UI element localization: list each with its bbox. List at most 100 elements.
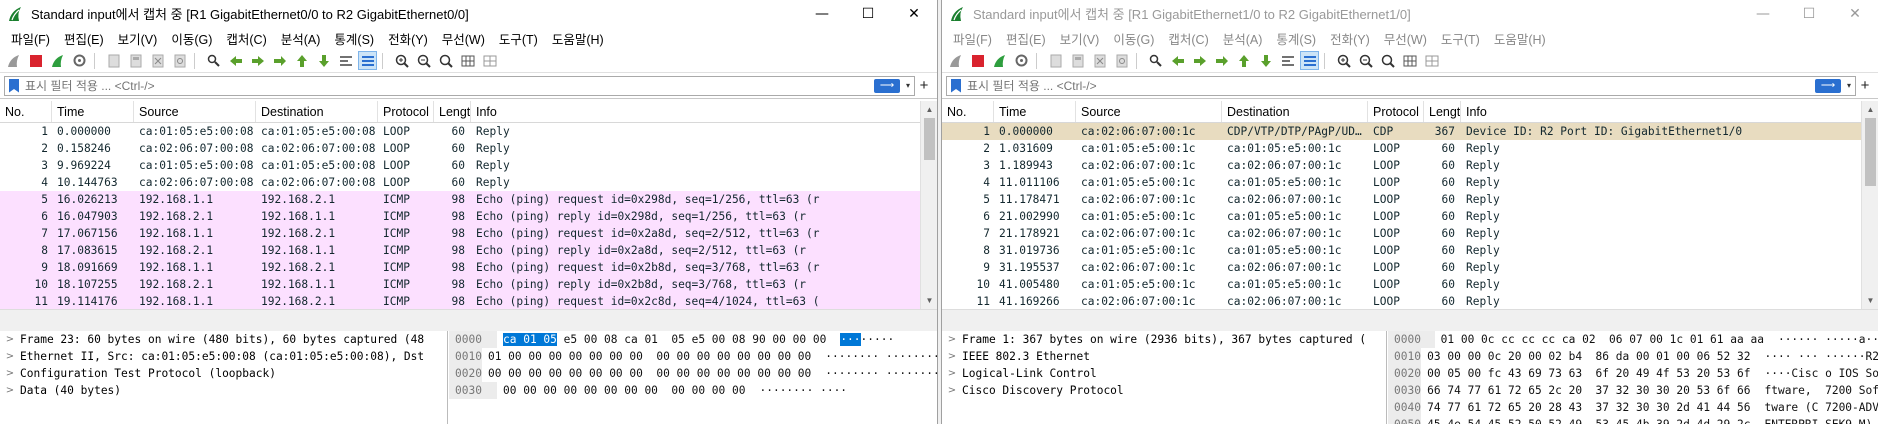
col-source[interactable]: Source xyxy=(134,101,256,122)
resize-columns-icon-2[interactable] xyxy=(1422,51,1441,70)
packet-row[interactable]: 11 41.169266 ca:02:06:07:00:1c ca:02:06:07:… xyxy=(942,293,1878,309)
hex-row[interactable]: 0050 45 4e 54 45 52 50 52 49 53 45 4b 39 … xyxy=(1388,416,1878,424)
menu-tools[interactable]: 도구(T) xyxy=(492,29,545,48)
menu-view[interactable]: 보기(V) xyxy=(111,29,165,48)
stop-capture-icon[interactable] xyxy=(26,51,45,70)
packet-row[interactable]: 10 41.005480 ca:01:05:e5:00:1c ca:01:05:e5:… xyxy=(942,276,1878,293)
packet-row[interactable]: 5 16.026213 192.168.1.1 192.168.2.1 ICMP 98 Ec… xyxy=(0,191,937,208)
scroll-down-icon[interactable]: ▼ xyxy=(921,292,937,309)
packet-row[interactable]: 3 9.969224 ca:01:05:e5:00:08 ca:01:05:e5:00… xyxy=(0,157,937,174)
packet-row[interactable]: 9 31.195537 ca:02:06:07:00:1c ca:02:06:07:0… xyxy=(942,259,1878,276)
col-destination[interactable]: Destination xyxy=(1222,101,1368,122)
expand-icon[interactable]: > xyxy=(0,334,20,345)
expand-icon[interactable]: > xyxy=(942,351,962,362)
col-protocol[interactable]: Protocol xyxy=(378,101,434,122)
hex-row[interactable]: 0040 74 77 61 72 65 20 28 43 37 32 30 30 … xyxy=(1388,399,1878,416)
close-file-icon[interactable] xyxy=(148,51,167,70)
packet-row[interactable]: 7 17.067156 192.168.1.1 192.168.2.1 ICMP 98 Ec… xyxy=(0,225,937,242)
packet-row[interactable]: 2 0.158246 ca:02:06:07:00:08 ca:02:06:07:00… xyxy=(0,140,937,157)
packet-row[interactable]: 8 31.019736 ca:01:05:e5:00:1c ca:01:05:e5:0… xyxy=(942,242,1878,259)
go-to-packet-icon[interactable] xyxy=(270,51,289,70)
last-packet-icon[interactable] xyxy=(314,51,333,70)
menu-file[interactable]: 파일(F) xyxy=(946,29,999,48)
col-info[interactable]: Info xyxy=(1461,101,1861,122)
scroll-thumb[interactable] xyxy=(1865,118,1876,186)
zoom-out-icon[interactable] xyxy=(1356,51,1375,70)
col-time[interactable]: Time xyxy=(994,101,1076,122)
colorize-icon[interactable] xyxy=(358,51,377,70)
menu-help[interactable]: 도움말(H) xyxy=(545,29,611,48)
packet-row[interactable]: 4 10.144763 ca:02:06:07:00:08 ca:02:06:07:0… xyxy=(0,174,937,191)
maximize-button[interactable]: ☐ xyxy=(1786,0,1832,27)
go-back-icon[interactable] xyxy=(226,51,245,70)
first-packet-icon[interactable] xyxy=(1234,51,1253,70)
open-file-icon[interactable] xyxy=(104,51,123,70)
normal-size-icon[interactable] xyxy=(436,51,455,70)
menu-edit[interactable]: 편집(E) xyxy=(57,29,111,48)
go-to-packet-icon[interactable] xyxy=(1212,51,1231,70)
add-filter-button[interactable]: + xyxy=(1856,77,1874,94)
detail-row-data[interactable]: > Data (40 bytes) xyxy=(0,382,447,399)
packet-row[interactable]: 1 0.000000 ca:02:06:07:00:1c CDP/VTP/DTP/PA… xyxy=(942,123,1878,140)
menu-view[interactable]: 보기(V) xyxy=(1053,29,1107,48)
menu-help[interactable]: 도움말(H) xyxy=(1487,29,1553,48)
detail-row-cdp[interactable]: > Cisco Discovery Protocol xyxy=(942,382,1386,399)
packet-row[interactable]: 5 11.178471 ca:02:06:07:00:1c ca:02:06:07:0… xyxy=(942,191,1878,208)
expand-icon[interactable]: > xyxy=(0,368,20,379)
menu-analyze[interactable]: 분석(A) xyxy=(274,29,328,48)
start-capture-icon[interactable] xyxy=(4,51,23,70)
zoom-in-icon[interactable] xyxy=(1334,51,1353,70)
first-packet-icon[interactable] xyxy=(292,51,311,70)
hex-row[interactable]: 0020 00 05 00 fc 43 69 73 63 6f 20 49 4f … xyxy=(1388,365,1878,382)
col-source[interactable]: Source xyxy=(1076,101,1222,122)
open-file-icon[interactable] xyxy=(1046,51,1065,70)
find-packet-icon[interactable] xyxy=(1146,51,1165,70)
resize-columns-icon[interactable] xyxy=(458,51,477,70)
autoscroll-icon[interactable] xyxy=(336,51,355,70)
menu-capture[interactable]: 캡처(C) xyxy=(219,29,273,48)
expand-icon[interactable]: > xyxy=(942,385,962,396)
packet-row[interactable]: 7 21.178921 ca:02:06:07:00:1c ca:02:06:07:0… xyxy=(942,225,1878,242)
hex-row[interactable]: 0020 00 00 00 00 00 00 00 00 00 00 00 00 … xyxy=(449,365,937,382)
col-time[interactable]: Time xyxy=(52,101,134,122)
scroll-up-icon[interactable]: ▲ xyxy=(1862,101,1878,118)
detail-row-ethernet[interactable]: > Ethernet II, Src: ca:01:05:e5:00:08 (ca… xyxy=(0,348,447,365)
maximize-button[interactable]: ☐ xyxy=(845,0,891,27)
capture-options-icon[interactable] xyxy=(1012,51,1031,70)
colorize-icon[interactable] xyxy=(1300,51,1319,70)
menu-go[interactable]: 이동(G) xyxy=(1106,29,1161,48)
packet-row[interactable]: 2 1.031609 ca:01:05:e5:00:1c ca:01:05:e5:00… xyxy=(942,140,1878,157)
go-back-icon[interactable] xyxy=(1168,51,1187,70)
menu-tools[interactable]: 도구(T) xyxy=(1434,29,1487,48)
scroll-up-icon[interactable]: ▲ xyxy=(921,101,937,118)
bookmark-icon[interactable] xyxy=(9,78,19,93)
hex-row[interactable]: 0000 01 00 0c cc cc cc ca 02 06 07 00 1c … xyxy=(1388,331,1878,348)
zoom-out-icon[interactable] xyxy=(414,51,433,70)
detail-row-llc[interactable]: > Logical-Link Control xyxy=(942,365,1386,382)
apply-filter-button[interactable]: ⟶ xyxy=(874,78,900,93)
stop-capture-icon[interactable] xyxy=(968,51,987,70)
start-capture-icon[interactable] xyxy=(946,51,965,70)
menu-file[interactable]: 파일(F) xyxy=(4,29,57,48)
autoscroll-icon[interactable] xyxy=(1278,51,1297,70)
restart-capture-icon[interactable] xyxy=(48,51,67,70)
packet-row[interactable]: 10 18.107255 192.168.2.1 192.168.1.1 ICMP 98 E… xyxy=(0,276,937,293)
minimize-button[interactable]: — xyxy=(799,0,845,27)
filter-dropdown-icon[interactable]: ▾ xyxy=(1843,81,1855,90)
col-no[interactable]: No. xyxy=(942,101,994,122)
minimize-button[interactable]: — xyxy=(1740,0,1786,27)
col-length[interactable]: Lengt xyxy=(1424,101,1461,122)
go-forward-icon[interactable] xyxy=(1190,51,1209,70)
packet-row[interactable]: 8 17.083615 192.168.2.1 192.168.1.1 ICMP 98 Ec… xyxy=(0,242,937,259)
close-button[interactable]: ✕ xyxy=(1832,0,1878,27)
display-filter-input[interactable] xyxy=(967,78,1815,93)
packet-row[interactable]: 1 0.000000 ca:01:05:e5:00:08 ca:01:05:e5:00… xyxy=(0,123,937,140)
detail-row-frame[interactable]: > Frame 23: 60 bytes on wire (480 bits), … xyxy=(0,331,447,348)
packet-row[interactable]: 9 18.091669 192.168.1.1 192.168.2.1 ICMP 98 Ec… xyxy=(0,259,937,276)
menu-wireless[interactable]: 무선(W) xyxy=(1377,29,1434,48)
menu-statistics[interactable]: 통계(S) xyxy=(1269,29,1323,48)
col-length[interactable]: Lengt xyxy=(434,101,471,122)
last-packet-icon[interactable] xyxy=(1256,51,1275,70)
menu-telephony[interactable]: 전화(Y) xyxy=(381,29,435,48)
expand-icon[interactable]: > xyxy=(942,368,962,379)
